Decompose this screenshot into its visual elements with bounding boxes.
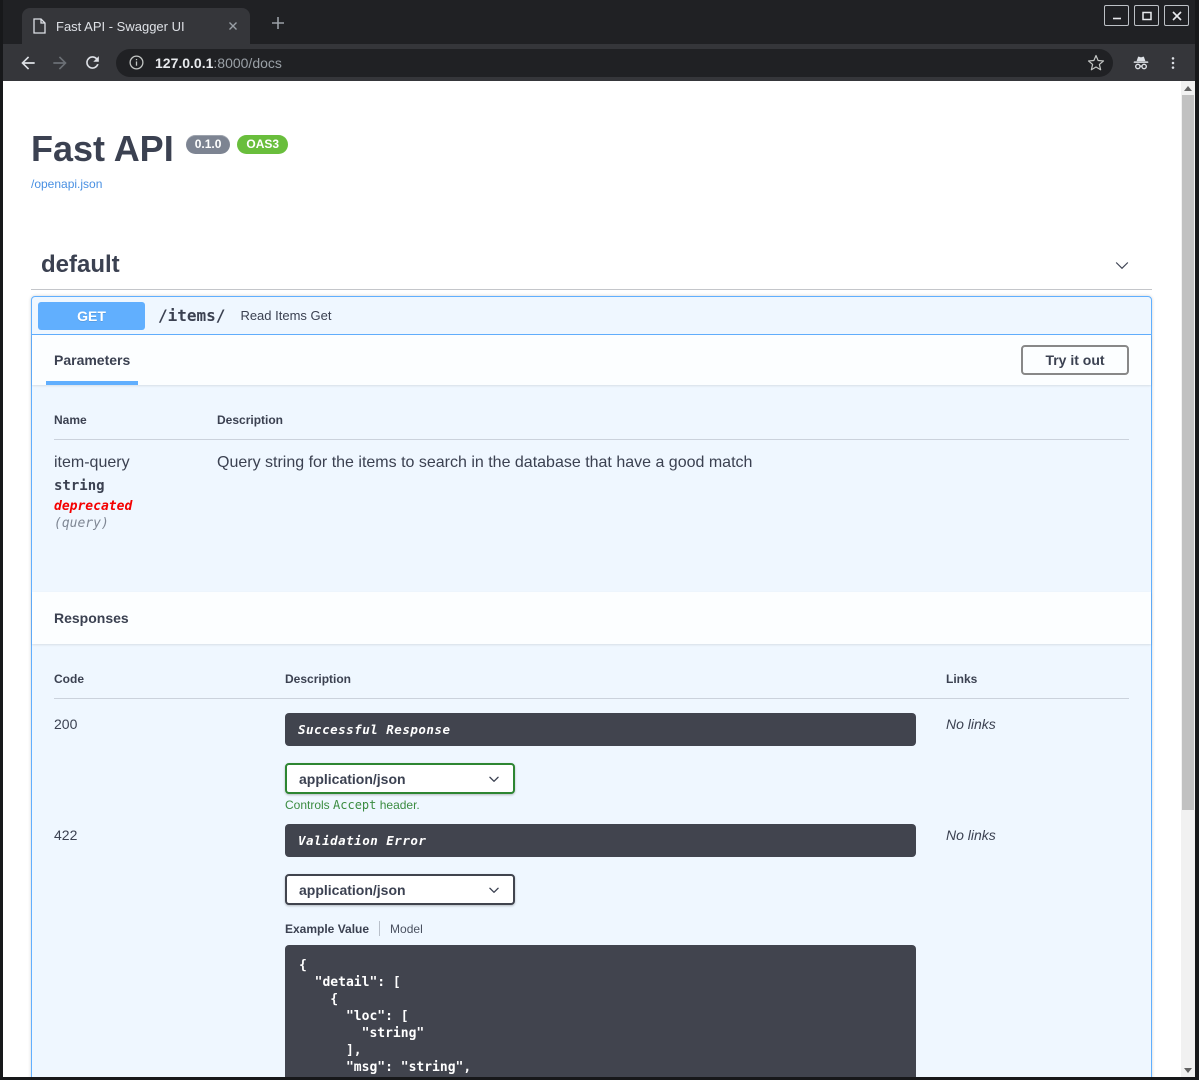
resp-code-header: Code <box>54 672 84 686</box>
response-links: No links <box>946 827 996 843</box>
method-badge: GET <box>38 301 145 330</box>
parameter-description: Query string for the items to search in … <box>217 454 753 471</box>
window-controls <box>1104 5 1189 26</box>
browser-tab[interactable]: Fast API - Swagger UI <box>22 8 250 44</box>
scrollbar-down-arrow[interactable] <box>1181 1063 1195 1077</box>
page-scroll-area: Fast API 0.1.0 OAS3 /openapi.json defaul… <box>3 81 1181 1077</box>
operation-summary[interactable]: GET /items/ Read Items Get <box>32 297 1151 335</box>
resp-description-header: Description <box>285 672 352 686</box>
example-json-block: { "detail": [ { "loc": [ "string" ], "ms… <box>285 945 916 1077</box>
example-json-code: { "detail": [ { "loc": [ "string" ], "ms… <box>299 958 472 1075</box>
scrollbar-up-arrow[interactable] <box>1181 81 1195 95</box>
openapi-spec-link[interactable]: /openapi.json <box>31 177 102 191</box>
browser-menu-icon[interactable] <box>1161 51 1185 75</box>
response-row-200: 200 Successful Response application/json <box>54 713 1129 812</box>
parameters-table: Name Description item-query string depre… <box>32 385 1151 592</box>
tab-title: Fast API - Swagger UI <box>56 18 185 34</box>
maximize-button[interactable] <box>1134 5 1159 26</box>
browser-window: Fast API - Swagger UI 127.0.0.1:8000/doc… <box>0 0 1199 1080</box>
operation-path: /items/ <box>158 306 226 325</box>
parameter-deprecated-flag: deprecated <box>54 499 133 514</box>
parameter-location: (query) <box>54 516 109 531</box>
tab-separator <box>379 921 381 936</box>
tag-name: default <box>41 251 120 278</box>
bookmark-star-icon[interactable] <box>1087 54 1105 72</box>
responses-title: Responses <box>54 610 129 626</box>
address-bar[interactable]: 127.0.0.1:8000/docs <box>116 48 1113 77</box>
try-it-out-button[interactable]: Try it out <box>1021 345 1129 375</box>
url-text: 127.0.0.1:8000/docs <box>155 55 1087 71</box>
reload-button[interactable] <box>80 51 104 75</box>
site-info-icon[interactable] <box>128 54 145 71</box>
controls-accept-note: Controls Accept header. <box>285 798 420 812</box>
tag-section-header[interactable]: default <box>31 241 1152 290</box>
tab-strip: Fast API - Swagger UI <box>3 0 1195 44</box>
param-description-header: Description <box>217 413 284 427</box>
forward-button[interactable] <box>48 51 72 75</box>
collapse-chevron-icon[interactable] <box>1112 255 1132 275</box>
tab-parameters[interactable]: Parameters <box>46 335 139 385</box>
resp-links-header: Links <box>946 672 978 686</box>
parameter-row: item-query string deprecated (query) Que… <box>54 440 1129 531</box>
api-info: Fast API 0.1.0 OAS3 /openapi.json <box>31 81 1152 193</box>
oas3-badge: OAS3 <box>237 135 289 154</box>
new-tab-button[interactable] <box>265 10 291 36</box>
scrollbar-thumb[interactable] <box>1182 95 1194 810</box>
close-button[interactable] <box>1164 5 1189 26</box>
response-code: 200 <box>54 716 78 732</box>
page-favicon-icon <box>32 18 46 34</box>
parameter-name: item-query <box>54 454 130 471</box>
response-code: 422 <box>54 827 78 843</box>
page-viewport: Fast API 0.1.0 OAS3 /openapi.json defaul… <box>3 81 1195 1077</box>
param-name-header: Name <box>54 413 87 427</box>
opblock-get-items: GET /items/ Read Items Get Parameters Tr… <box>31 296 1152 1077</box>
responses-header-bar: Responses <box>32 592 1151 644</box>
select-chevron-icon <box>487 772 501 786</box>
incognito-icon <box>1129 51 1153 75</box>
responses-table: Code Description Links 200 Successful Re… <box>32 644 1151 1077</box>
url-path: :8000/docs <box>213 54 282 71</box>
back-button[interactable] <box>16 51 40 75</box>
example-model-tabs: Example Value Model <box>285 921 946 936</box>
media-type-select-200[interactable]: application/json <box>285 763 515 794</box>
tab-model[interactable]: Model <box>390 922 423 936</box>
tab-example-value[interactable]: Example Value <box>285 922 369 936</box>
page-title: Fast API <box>31 128 174 169</box>
response-links: No links <box>946 716 996 732</box>
operation-summary-text: Read Items Get <box>240 308 332 323</box>
parameters-header-bar: Parameters Try it out <box>32 335 1151 385</box>
response-description-block: Successful Response <box>285 713 916 746</box>
response-description-block: Validation Error <box>285 824 916 857</box>
tab-close-icon[interactable] <box>226 19 240 33</box>
url-host: 127.0.0.1 <box>155 54 214 71</box>
minimize-button[interactable] <box>1104 5 1129 26</box>
browser-toolbar: 127.0.0.1:8000/docs <box>3 44 1195 81</box>
version-badge: 0.1.0 <box>185 135 231 154</box>
media-type-select-422[interactable]: application/json <box>285 874 515 905</box>
select-chevron-icon <box>487 883 501 897</box>
response-row-422: 422 Validation Error application/json Ex… <box>54 824 1129 1077</box>
page-scrollbar[interactable] <box>1181 81 1195 1077</box>
parameter-type: string <box>54 478 105 494</box>
